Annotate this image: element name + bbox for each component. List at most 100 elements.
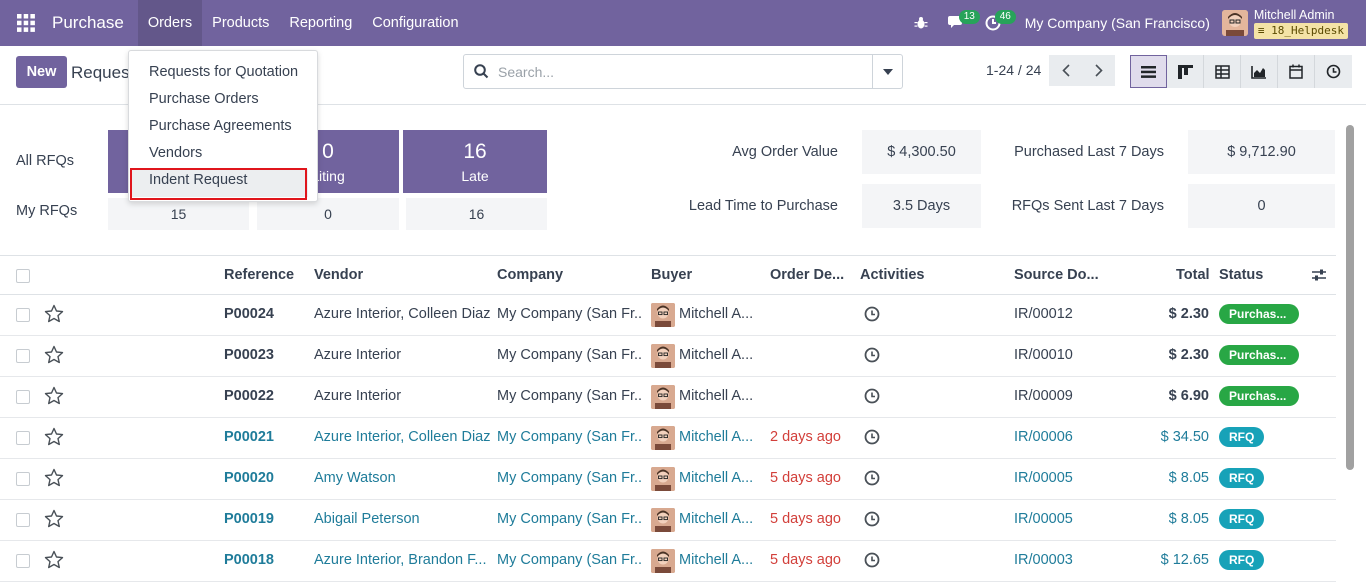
col-source-document[interactable]: Source Do... bbox=[1014, 267, 1099, 283]
pivot-view-button[interactable] bbox=[1204, 55, 1241, 88]
optional-columns-icon[interactable] bbox=[1311, 268, 1327, 285]
menu-configuration[interactable]: Configuration bbox=[362, 0, 468, 46]
total-cell: $ 2.30 bbox=[1168, 306, 1209, 322]
table-row[interactable]: P00022 Azure Interior My Company (San Fr..… bbox=[0, 377, 1336, 418]
indent-request-highlight-box bbox=[130, 168, 307, 200]
calendar-icon bbox=[1289, 64, 1303, 79]
bug-icon[interactable] bbox=[903, 0, 939, 46]
activity-clock-icon[interactable] bbox=[864, 347, 880, 367]
menu-item-purchase-orders[interactable]: Purchase Orders bbox=[149, 91, 259, 107]
kanban-view-button[interactable] bbox=[1167, 55, 1204, 88]
avg-order-value: $ 4,300.50 bbox=[862, 130, 981, 174]
star-icon[interactable] bbox=[44, 509, 64, 532]
pager-value[interactable]: 1-24 / 24 bbox=[986, 62, 1041, 78]
my-waiting-value[interactable]: 0 bbox=[257, 198, 399, 230]
activities-icon[interactable]: 46 bbox=[975, 0, 1016, 46]
total-cell: $ 8.05 bbox=[1168, 470, 1209, 486]
table-row[interactable]: P00020 Amy Watson My Company (San Fr... Mit… bbox=[0, 459, 1336, 500]
pager-next-button[interactable] bbox=[1082, 55, 1115, 86]
table-row[interactable]: P00021 Azure Interior, Colleen Diaz My Com… bbox=[0, 418, 1336, 459]
activity-view-button[interactable] bbox=[1315, 55, 1352, 88]
activity-clock-icon[interactable] bbox=[864, 388, 880, 408]
buyer-avatar bbox=[651, 549, 675, 573]
activity-clock-icon[interactable] bbox=[864, 306, 880, 326]
graph-view-button[interactable] bbox=[1241, 55, 1278, 88]
purchased-last-7-days-label: Purchased Last 7 Days bbox=[1014, 144, 1164, 160]
order-deadline-cell: 5 days ago bbox=[770, 552, 841, 568]
col-activities[interactable]: Activities bbox=[860, 267, 924, 283]
activity-clock-icon[interactable] bbox=[864, 429, 880, 449]
company-cell: My Company (San Fr... bbox=[497, 470, 642, 486]
row-checkbox[interactable] bbox=[16, 390, 30, 404]
table-row[interactable]: P00024 Azure Interior, Colleen Diaz My Com… bbox=[0, 295, 1336, 336]
col-total[interactable]: Total bbox=[1176, 267, 1210, 283]
select-all-checkbox[interactable] bbox=[16, 269, 30, 283]
star-icon[interactable] bbox=[44, 386, 64, 409]
table-row[interactable]: P00019 Abigail Peterson My Company (San Fr… bbox=[0, 500, 1336, 541]
table-row[interactable]: P00023 Azure Interior My Company (San Fr..… bbox=[0, 336, 1336, 377]
my-to-send-value[interactable]: 15 bbox=[108, 198, 249, 230]
col-vendor[interactable]: Vendor bbox=[314, 267, 363, 283]
activity-clock-icon[interactable] bbox=[864, 511, 880, 531]
reference-cell: P00020 bbox=[224, 470, 274, 486]
row-checkbox[interactable] bbox=[16, 472, 30, 486]
user-menu[interactable]: Mitchell Admin ≡ 18_Helpdesk bbox=[1253, 8, 1348, 39]
pager-previous-button[interactable] bbox=[1049, 55, 1082, 86]
search-input[interactable]: Search... bbox=[498, 64, 554, 80]
row-checkbox[interactable] bbox=[16, 513, 30, 527]
status-badge: RFQ bbox=[1219, 427, 1265, 447]
menu-reporting[interactable]: Reporting bbox=[279, 0, 362, 46]
avg-order-value-label: Avg Order Value bbox=[732, 144, 838, 160]
user-avatar[interactable] bbox=[1221, 10, 1248, 36]
buyer-cell: Mitchell A... bbox=[679, 306, 754, 322]
app-title[interactable]: Purchase bbox=[52, 13, 130, 33]
activity-clock-icon[interactable] bbox=[864, 552, 880, 572]
company-switcher[interactable]: My Company (San Francisco) bbox=[1025, 15, 1210, 31]
vendor-cell: Azure Interior, Colleen Diaz bbox=[314, 306, 490, 322]
apps-menu-icon[interactable] bbox=[0, 0, 52, 46]
star-icon[interactable] bbox=[44, 550, 64, 573]
col-status[interactable]: Status bbox=[1219, 267, 1263, 283]
company-cell: My Company (San Fr... bbox=[497, 347, 642, 363]
buyer-avatar bbox=[651, 385, 675, 409]
my-late-value[interactable]: 16 bbox=[406, 198, 547, 230]
col-order-deadline[interactable]: Order De... bbox=[770, 267, 844, 283]
table-row[interactable]: P00018 Azure Interior, Brandon F... My Com… bbox=[0, 541, 1336, 582]
activity-clock-icon[interactable] bbox=[864, 470, 880, 490]
calendar-view-button[interactable] bbox=[1278, 55, 1315, 88]
search-bar[interactable]: Search... bbox=[463, 54, 903, 89]
row-checkbox[interactable] bbox=[16, 308, 30, 322]
total-cell: $ 6.90 bbox=[1168, 388, 1209, 404]
row-checkbox[interactable] bbox=[16, 554, 30, 568]
buyer-avatar bbox=[651, 303, 675, 327]
vendor-cell: Azure Interior, Colleen Diaz bbox=[314, 429, 490, 445]
col-company[interactable]: Company bbox=[497, 267, 563, 283]
late-count: 16 bbox=[463, 140, 487, 163]
menu-item-vendors[interactable]: Vendors bbox=[149, 145, 202, 161]
row-checkbox[interactable] bbox=[16, 431, 30, 445]
status-badge: RFQ bbox=[1219, 509, 1265, 529]
menu-item-purchase-agreements[interactable]: Purchase Agreements bbox=[149, 118, 292, 134]
late-label: Late bbox=[461, 168, 489, 184]
messages-icon[interactable]: 13 bbox=[939, 0, 980, 46]
scrollbar[interactable] bbox=[1336, 105, 1366, 584]
source-document-cell: IR/00005 bbox=[1014, 511, 1073, 527]
star-icon[interactable] bbox=[44, 468, 64, 491]
menu-products[interactable]: Products bbox=[202, 0, 279, 46]
col-buyer[interactable]: Buyer bbox=[651, 267, 692, 283]
row-checkbox[interactable] bbox=[16, 349, 30, 363]
menu-orders[interactable]: Orders bbox=[137, 0, 203, 46]
new-button[interactable]: New bbox=[16, 56, 67, 88]
star-icon[interactable] bbox=[44, 304, 64, 327]
vendor-cell: Amy Watson bbox=[314, 470, 396, 486]
menu-item-requests-for-quotation[interactable]: Requests for Quotation bbox=[149, 64, 298, 80]
late-tile[interactable]: 16 Late bbox=[403, 130, 547, 193]
rfqs-sent-label: RFQs Sent Last 7 Days bbox=[1011, 198, 1164, 214]
search-options-toggle[interactable] bbox=[872, 55, 902, 88]
scrollbar-thumb[interactable] bbox=[1346, 125, 1354, 470]
star-icon[interactable] bbox=[44, 345, 64, 368]
reference-cell: P00019 bbox=[224, 511, 274, 527]
col-reference[interactable]: Reference bbox=[224, 267, 294, 283]
list-view-button[interactable] bbox=[1130, 55, 1167, 88]
star-icon[interactable] bbox=[44, 427, 64, 450]
